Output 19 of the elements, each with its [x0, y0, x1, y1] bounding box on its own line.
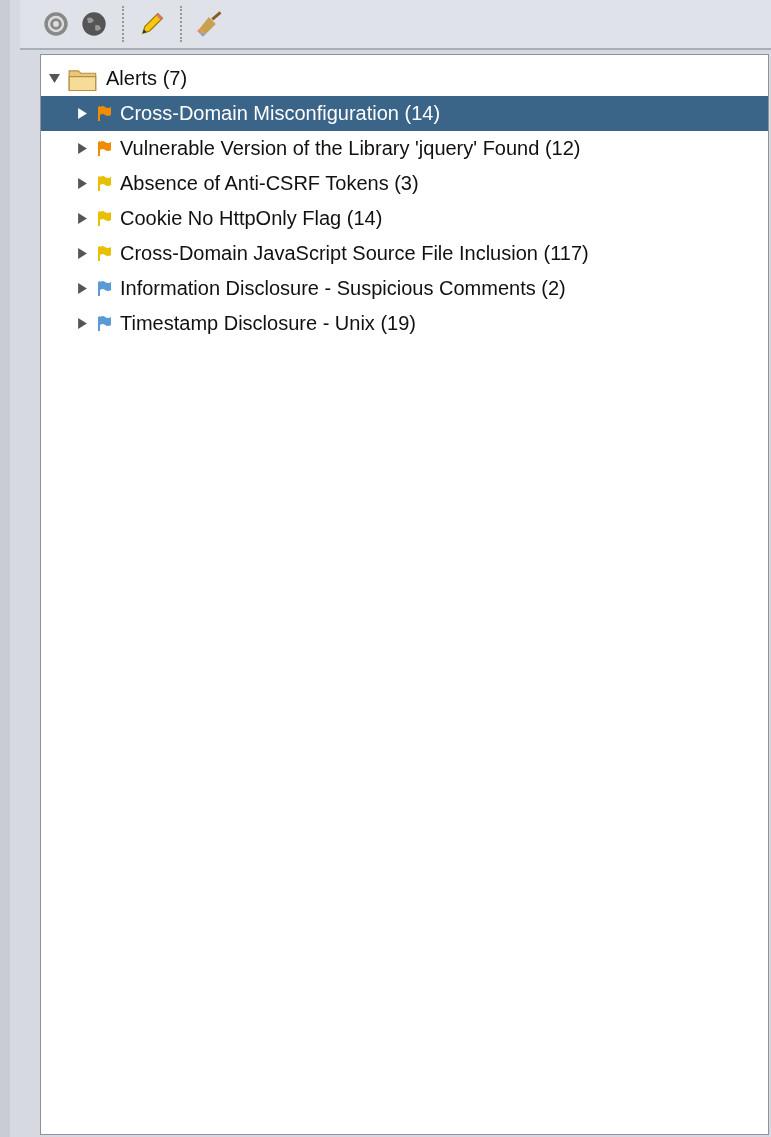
- expand-toggle-icon[interactable]: [77, 178, 88, 189]
- expand-toggle-icon[interactable]: [77, 283, 88, 294]
- tree-item[interactable]: Absence of Anti-CSRF Tokens (3): [41, 166, 768, 201]
- broom-icon[interactable]: [196, 10, 224, 38]
- tree-item[interactable]: Timestamp Disclosure - Unix (19): [41, 306, 768, 341]
- expand-toggle-icon[interactable]: [77, 143, 88, 154]
- tree-item[interactable]: Cross-Domain JavaScript Source File Inclusion (117): [41, 236, 768, 271]
- tree-item[interactable]: Cross-Domain Misconfiguration (14): [41, 96, 768, 131]
- expand-toggle-icon[interactable]: [77, 248, 88, 259]
- expand-toggle-icon[interactable]: [77, 108, 88, 119]
- tree-node-label[interactable]: Alerts (7): [106, 67, 188, 90]
- target-icon[interactable]: [42, 10, 70, 38]
- expand-toggle-icon[interactable]: [49, 73, 60, 84]
- tree-item[interactable]: Vulnerable Version of the Library 'jquery' Found (12): [41, 131, 768, 166]
- tree-item[interactable]: Cookie No HttpOnly Flag (14): [41, 201, 768, 236]
- expand-toggle-icon[interactable]: [77, 213, 88, 224]
- globe-icon[interactable]: [80, 10, 108, 38]
- tree-item[interactable]: Information Disclosure - Suspicious Comments (2): [41, 271, 768, 306]
- expand-toggle-icon[interactable]: [77, 318, 88, 329]
